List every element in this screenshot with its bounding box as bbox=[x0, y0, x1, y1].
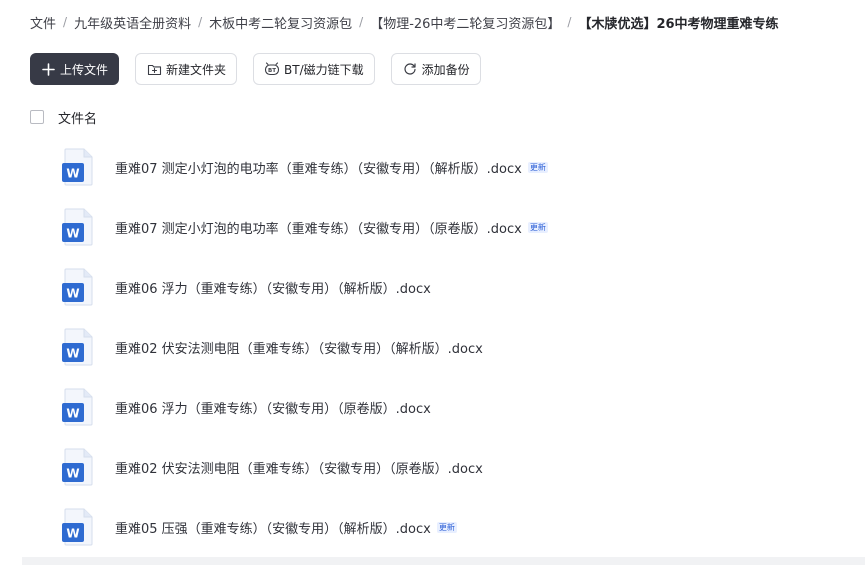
svg-text:W: W bbox=[66, 467, 79, 481]
breadcrumb-separator: / bbox=[567, 15, 572, 29]
add-backup-button-label: 添加备份 bbox=[421, 62, 470, 77]
breadcrumb-item-physics-pack[interactable]: 【物理-26中考二轮复习资源包】 bbox=[370, 13, 560, 32]
updated-badge: 更新 bbox=[527, 222, 548, 233]
svg-text:W: W bbox=[66, 167, 79, 181]
file-name-text: 重难02 伏安法测电阻（重难专练）（安徽专用）（解析版）.docx bbox=[115, 342, 483, 357]
horizontal-scrollbar[interactable] bbox=[22, 557, 865, 565]
upload-button[interactable]: 上传文件 bbox=[30, 53, 120, 85]
word-doc-icon: W bbox=[62, 327, 96, 371]
breadcrumb-item-current: 【木牍优选】26中考物理重难专练 bbox=[578, 16, 779, 32]
file-row[interactable]: W 重难07 测定小灯泡的电功率（重难专练）（安徽专用）（解析版）.docx 更新 bbox=[0, 137, 865, 197]
breadcrumb-item-grade9-english[interactable]: 九年级英语全册资料 bbox=[74, 13, 191, 32]
file-name[interactable]: 重难05 压强（重难专练）（安徽专用）（解析版）.docx 更新 bbox=[115, 518, 457, 537]
new-folder-button-label: 新建文件夹 bbox=[166, 62, 227, 77]
file-row[interactable]: W 重难07 测定小灯泡的电功率（重难专练）（安徽专用）（原卷版）.docx 更新 bbox=[0, 197, 865, 257]
file-row[interactable]: W 重难06 浮力（重难专练）（安徽专用）（原卷版）.docx bbox=[0, 377, 865, 437]
word-doc-icon: W bbox=[62, 267, 96, 311]
bt-download-button[interactable]: BT BT/磁力链下载 bbox=[253, 53, 375, 85]
file-name[interactable]: 重难02 伏安法测电阻（重难专练）（安徽专用）（原卷版）.docx bbox=[115, 458, 483, 477]
breadcrumb-separator: / bbox=[359, 15, 364, 29]
file-list: W 重难07 测定小灯泡的电功率（重难专练）（安徽专用）（解析版）.docx 更新 W… bbox=[0, 137, 865, 557]
file-name-text: 重难02 伏安法测电阻（重难专练）（安徽专用）（原卷版）.docx bbox=[115, 462, 483, 477]
file-list-header: 文件名 bbox=[30, 108, 98, 127]
file-name-text: 重难06 浮力（重难专练）（安徽专用）（解析版）.docx bbox=[115, 282, 431, 297]
svg-text:W: W bbox=[66, 227, 79, 241]
bt-magnet-icon: BT bbox=[264, 61, 280, 77]
file-row[interactable]: W 重难05 压强（重难专练）（安徽专用）（解析版）.docx 更新 bbox=[0, 497, 865, 557]
select-all-checkbox[interactable] bbox=[30, 110, 44, 124]
file-name-text: 重难07 测定小灯泡的电功率（重难专练）（安徽专用）（解析版）.docx bbox=[115, 162, 522, 177]
word-doc-icon: W bbox=[62, 147, 96, 191]
file-row[interactable]: W 重难06 浮力（重难专练）（安徽专用）（解析版）.docx bbox=[0, 257, 865, 317]
toolbar: 上传文件 新建文件夹 BT BT/磁力链下载 添加备份 bbox=[30, 53, 481, 85]
breadcrumb-item-review-pack[interactable]: 木板中考二轮复习资源包 bbox=[209, 13, 352, 32]
word-doc-icon: W bbox=[62, 447, 96, 491]
breadcrumb-separator: / bbox=[198, 15, 203, 29]
bt-download-button-label: BT/磁力链下载 bbox=[284, 62, 364, 77]
updated-badge: 更新 bbox=[436, 522, 457, 533]
breadcrumb: 文件 / 九年级英语全册资料 / 木板中考二轮复习资源包 / 【物理-26中考二… bbox=[30, 12, 779, 32]
file-name[interactable]: 重难07 测定小灯泡的电功率（重难专练）（安徽专用）（原卷版）.docx 更新 bbox=[115, 218, 548, 237]
word-doc-icon: W bbox=[62, 207, 96, 251]
file-name[interactable]: 重难06 浮力（重难专练）（安徽专用）（解析版）.docx bbox=[115, 278, 431, 297]
word-doc-icon: W bbox=[62, 387, 96, 431]
svg-text:W: W bbox=[66, 407, 79, 421]
file-name-text: 重难06 浮力（重难专练）（安徽专用）（原卷版）.docx bbox=[115, 402, 431, 417]
breadcrumb-item-files[interactable]: 文件 bbox=[30, 13, 56, 32]
file-name[interactable]: 重难02 伏安法测电阻（重难专练）（安徽专用）（解析版）.docx bbox=[115, 338, 483, 357]
folder-plus-icon bbox=[146, 61, 162, 77]
file-name-text: 重难07 测定小灯泡的电功率（重难专练）（安徽专用）（原卷版）.docx bbox=[115, 222, 522, 237]
new-folder-button[interactable]: 新建文件夹 bbox=[135, 53, 238, 85]
upload-button-label: 上传文件 bbox=[60, 62, 109, 77]
file-row[interactable]: W 重难02 伏安法测电阻（重难专练）（安徽专用）（解析版）.docx bbox=[0, 317, 865, 377]
svg-text:W: W bbox=[66, 527, 79, 541]
plus-icon bbox=[40, 61, 56, 77]
word-doc-icon: W bbox=[62, 507, 96, 551]
svg-text:W: W bbox=[66, 287, 79, 301]
svg-text:W: W bbox=[66, 347, 79, 361]
breadcrumb-separator: / bbox=[63, 15, 68, 29]
filename-column-header: 文件名 bbox=[58, 111, 98, 127]
file-name-text: 重难05 压强（重难专练）（安徽专用）（解析版）.docx bbox=[115, 522, 431, 537]
add-backup-button[interactable]: 添加备份 bbox=[390, 53, 481, 85]
svg-text:BT: BT bbox=[268, 68, 276, 74]
updated-badge: 更新 bbox=[527, 162, 548, 173]
file-name[interactable]: 重难07 测定小灯泡的电功率（重难专练）（安徽专用）（解析版）.docx 更新 bbox=[115, 158, 548, 177]
backup-sync-icon bbox=[402, 61, 418, 77]
file-name[interactable]: 重难06 浮力（重难专练）（安徽专用）（原卷版）.docx bbox=[115, 398, 431, 417]
file-row[interactable]: W 重难02 伏安法测电阻（重难专练）（安徽专用）（原卷版）.docx bbox=[0, 437, 865, 497]
